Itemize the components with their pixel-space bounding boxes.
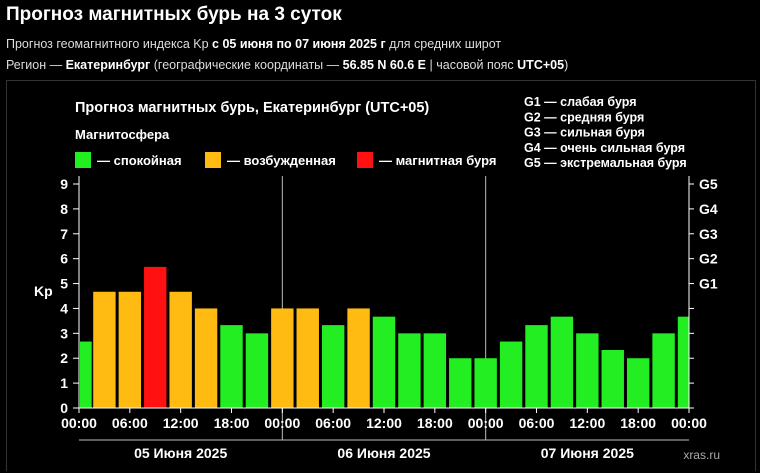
x-tick-label-5: 06:00 xyxy=(315,415,351,431)
x-tick-label-12: 00:00 xyxy=(671,415,707,431)
storm-level-3: G3 — сильная буря xyxy=(524,126,645,140)
g-level-label-1: G1 xyxy=(699,276,718,292)
kp-bar-5 xyxy=(194,308,218,408)
legend-swatch-0 xyxy=(75,152,91,168)
kp-bar-13 xyxy=(398,333,421,408)
kp-bar-14 xyxy=(423,333,447,408)
y-tick-label-0: 0 xyxy=(60,400,68,416)
kp-bar-16 xyxy=(474,358,497,408)
chart-title: Прогноз магнитных бурь, Екатеринбург (UT… xyxy=(75,100,429,116)
kp-forecast-chart: Прогноз магнитных бурь, Екатеринбург (UT… xyxy=(34,95,720,462)
kp-bar-18 xyxy=(525,325,548,408)
kp-bar-22 xyxy=(626,358,650,408)
kp-bar-2 xyxy=(118,291,142,408)
g-level-label-3: G3 xyxy=(699,226,718,242)
legend-label-0: — спокойная xyxy=(97,153,182,168)
y-tick-label-2: 2 xyxy=(60,350,68,366)
storm-level-4: G4 — очень сильная буря xyxy=(524,141,685,155)
x-tick-label-7: 18:00 xyxy=(417,415,453,431)
day-label-1: 06 Июня 2025 xyxy=(337,445,430,461)
y-tick-label-1: 1 xyxy=(60,375,68,391)
x-tick-label-9: 06:00 xyxy=(519,415,555,431)
y-tick-label-5: 5 xyxy=(60,276,68,292)
storm-level-list: G1 — слабая буряG2 — средняя буря G3 — си… xyxy=(524,95,687,170)
kp-bar-9 xyxy=(296,308,319,408)
kp-bar-10 xyxy=(321,325,345,408)
watermark: xras.ru xyxy=(683,448,720,462)
x-tick-label-2: 12:00 xyxy=(163,415,199,431)
x-tick-label-4: 00:00 xyxy=(264,415,300,431)
kp-bar-23 xyxy=(652,333,675,408)
kp-bar-7 xyxy=(245,333,269,408)
x-tick-label-1: 06:00 xyxy=(112,415,148,431)
x-tick-label-3: 18:00 xyxy=(214,415,250,431)
kp-bar-20 xyxy=(576,333,599,408)
kp-bar-8 xyxy=(271,308,294,408)
bar-series xyxy=(80,266,689,408)
y-tick-label-9: 9 xyxy=(60,176,68,192)
kp-bar-15 xyxy=(449,358,472,408)
storm-level-5: G5 — экстремальная буря xyxy=(524,156,687,170)
y-tick-label-3: 3 xyxy=(60,325,68,341)
x-tick-label-0: 00:00 xyxy=(61,415,97,431)
kp-bar-12 xyxy=(372,316,396,408)
legend-swatch-1 xyxy=(205,152,221,168)
y-tick-label-7: 7 xyxy=(60,226,68,242)
kp-bar-4 xyxy=(169,291,192,408)
kp-bar-3 xyxy=(144,266,167,408)
day-label-2: 07 Июня 2025 xyxy=(541,445,634,461)
x-tick-label-8: 00:00 xyxy=(468,415,504,431)
y-tick-label-6: 6 xyxy=(60,251,68,267)
legend-label-2: — магнитная буря xyxy=(379,153,496,168)
kp-bar-19 xyxy=(550,316,574,408)
legend-swatch-2 xyxy=(357,152,373,168)
kp-bar-17 xyxy=(499,341,523,408)
x-tick-label-11: 18:00 xyxy=(620,415,656,431)
g-level-label-4: G4 xyxy=(699,201,718,217)
legend: — спокойная — возбужденная — магнитная бур… xyxy=(75,152,496,168)
g-level-label-2: G2 xyxy=(699,251,718,267)
kp-bar-21 xyxy=(601,350,624,408)
kp-bar-1 xyxy=(93,291,116,408)
legend-label-1: — возбужденная xyxy=(227,153,336,168)
kp-bar-0 xyxy=(80,341,92,408)
kp-bar-11 xyxy=(347,308,370,408)
kp-bar-24 xyxy=(677,316,689,408)
legend-heading: Магнитосфера xyxy=(75,127,170,142)
x-tick-label-6: 12:00 xyxy=(366,415,402,431)
y-axis-label: Kp xyxy=(34,283,53,299)
storm-level-2: G2 — средняя буря xyxy=(524,110,644,124)
kp-bar-6 xyxy=(220,325,243,408)
y-tick-label-8: 8 xyxy=(60,201,68,217)
day-label-0: 05 Июня 2025 xyxy=(134,445,227,461)
x-tick-label-10: 12:00 xyxy=(569,415,605,431)
g-level-label-5: G5 xyxy=(699,176,718,192)
storm-level-1: G1 — слабая буря xyxy=(524,95,637,109)
y-tick-label-4: 4 xyxy=(60,300,68,316)
